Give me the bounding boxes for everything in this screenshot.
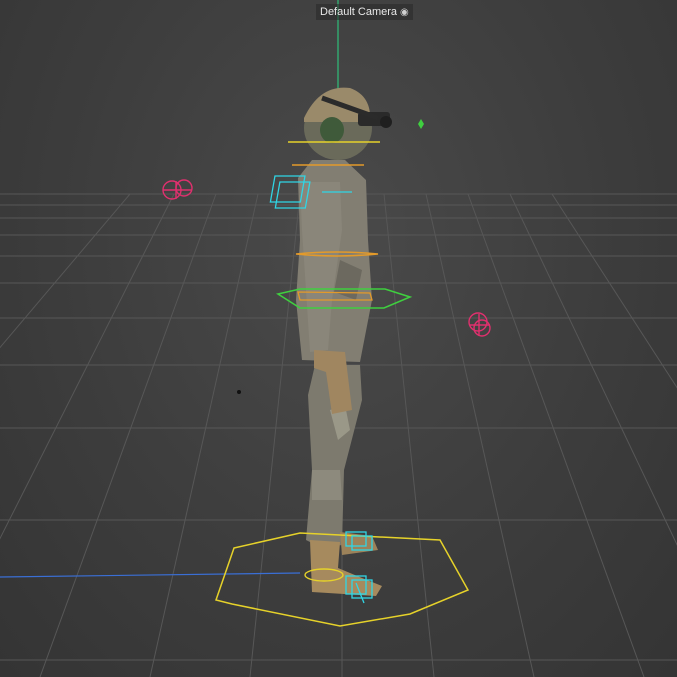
null-marker bbox=[237, 390, 241, 394]
camera-icon[interactable]: ◉ bbox=[400, 5, 409, 21]
camera-label[interactable]: Default Camera ◉ bbox=[316, 4, 413, 20]
3d-viewport[interactable]: Default Camera ◉ bbox=[0, 0, 677, 677]
x-axis-line bbox=[0, 572, 301, 578]
knee-target-right[interactable] bbox=[468, 312, 491, 337]
look-at-target[interactable] bbox=[418, 119, 424, 129]
viewport-scene[interactable] bbox=[0, 0, 677, 677]
elbow-target-left[interactable] bbox=[162, 179, 193, 200]
camera-label-text: Default Camera bbox=[320, 6, 398, 18]
